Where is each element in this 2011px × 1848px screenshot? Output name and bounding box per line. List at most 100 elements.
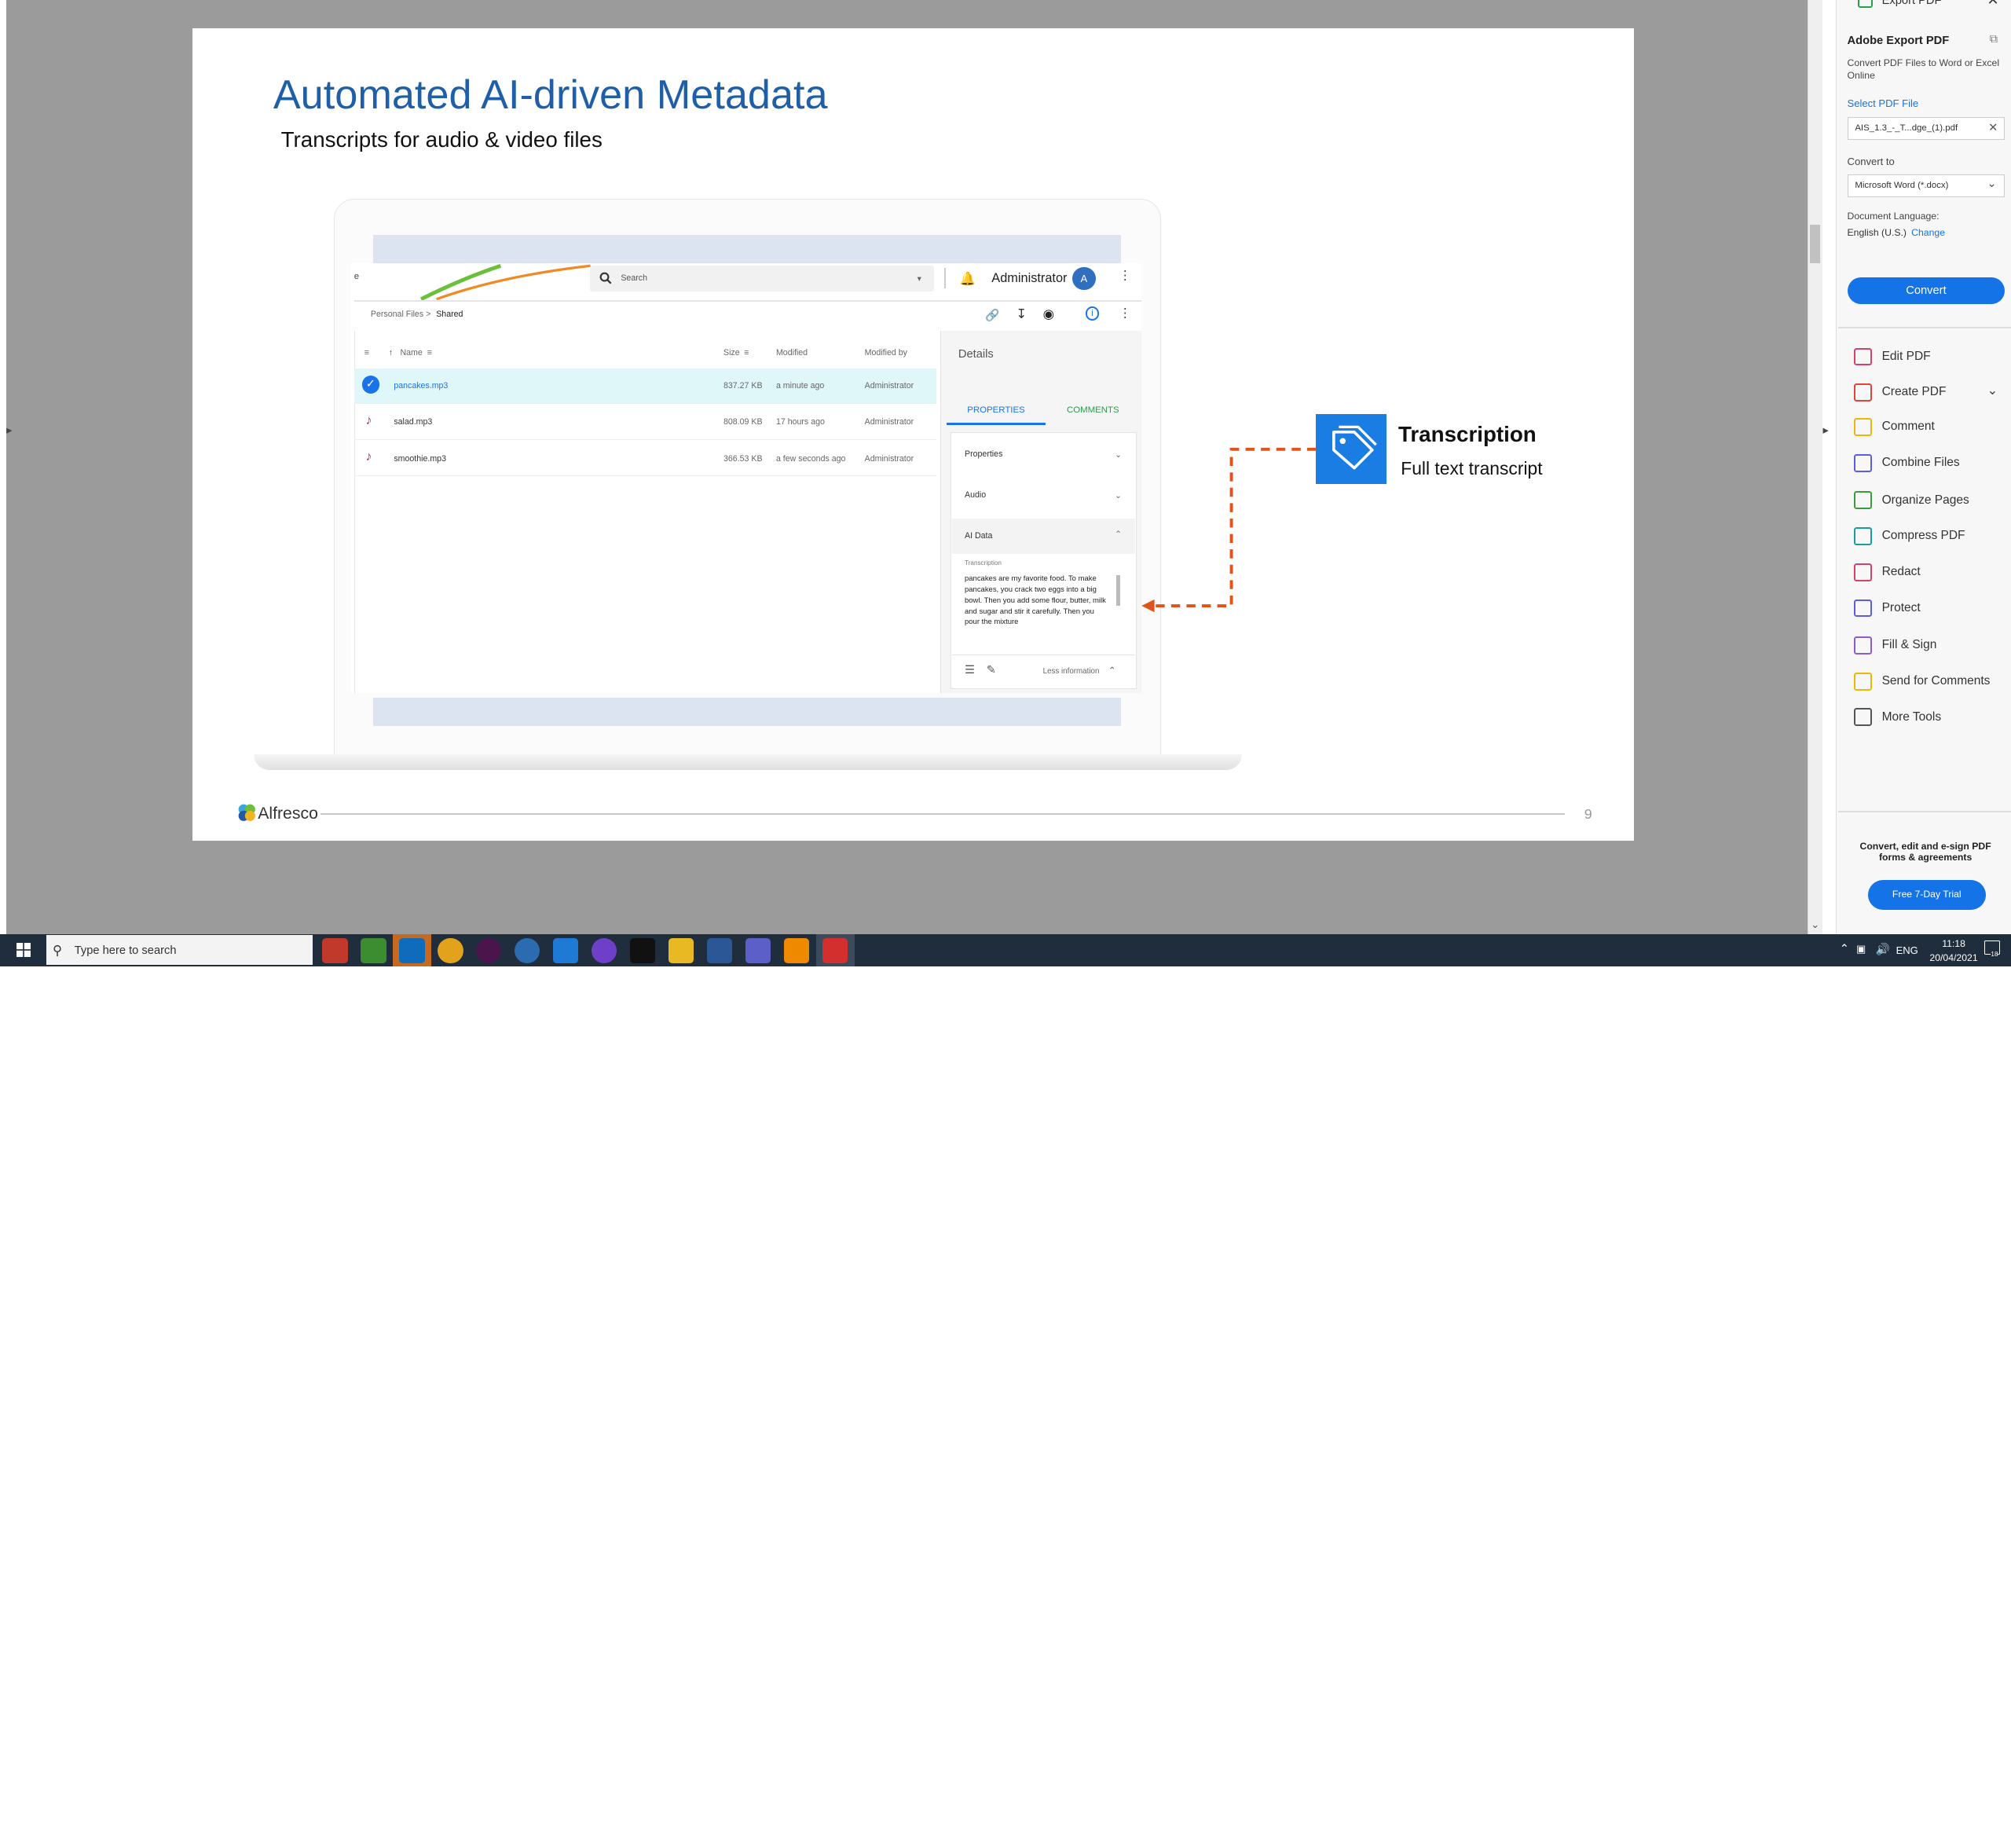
notification-count: 18 bbox=[1991, 951, 1998, 959]
column-modified[interactable]: Modified bbox=[776, 348, 808, 358]
copy-icon[interactable]: ⧉ bbox=[1990, 33, 1998, 46]
tool-create-pdf[interactable]: Create PDF bbox=[1853, 380, 2008, 405]
clock-time[interactable]: 11:18 bbox=[1925, 938, 1984, 949]
divider bbox=[951, 654, 1136, 656]
language-indicator[interactable]: ENG bbox=[1896, 944, 1918, 956]
file-modified-by: Administrator bbox=[864, 454, 914, 464]
terminal-app-icon[interactable] bbox=[629, 937, 656, 964]
chevron-up-icon[interactable]: ⌃ bbox=[1115, 529, 1122, 539]
view-icon[interactable]: ◉ bbox=[1043, 306, 1054, 322]
chrome-app-icon[interactable] bbox=[437, 937, 463, 964]
section-properties[interactable]: Properties bbox=[965, 449, 1002, 459]
free-trial-button[interactable]: Free 7-Day Trial bbox=[1867, 880, 1986, 910]
tab-comments[interactable]: COMMENTS bbox=[1046, 397, 1141, 425]
tool-label: Comment bbox=[1881, 420, 1935, 434]
chevron-down-icon[interactable]: ⌄ bbox=[1115, 490, 1122, 500]
tool-label: Protect bbox=[1881, 600, 1921, 614]
section-audio[interactable]: Audio bbox=[965, 490, 986, 500]
vlc-app-icon[interactable] bbox=[783, 937, 810, 964]
list-icon[interactable]: ☰ bbox=[965, 663, 975, 676]
vscode-app-icon[interactable] bbox=[552, 937, 579, 964]
search-dropdown-icon[interactable]: ▾ bbox=[918, 273, 921, 284]
select-pdf-file-label[interactable]: Select PDF File bbox=[1848, 97, 1919, 109]
more-actions-icon[interactable]: ⋮ bbox=[1119, 306, 1131, 321]
file-explorer-app-icon[interactable] bbox=[668, 937, 694, 964]
vertical-scrollbar[interactable] bbox=[1807, 0, 1823, 934]
file-name[interactable]: smoothie.mp3 bbox=[394, 454, 446, 464]
column-size[interactable]: Size bbox=[723, 348, 740, 358]
transcription-text[interactable]: pancakes are my favorite food. To make p… bbox=[965, 574, 1111, 628]
tool-more-tools[interactable]: More Tools bbox=[1853, 705, 2008, 731]
protect-icon bbox=[1853, 599, 1872, 618]
acrobat-reader-app-icon[interactable] bbox=[822, 937, 848, 964]
scroll-down-icon[interactable]: ⌄ bbox=[1808, 918, 1823, 934]
tool-protect[interactable]: Protect bbox=[1853, 596, 2008, 622]
notepad-app-icon[interactable] bbox=[360, 937, 386, 964]
tool-label: Send for Comments bbox=[1881, 673, 1991, 688]
clear-file-icon[interactable]: ✕ bbox=[1988, 121, 1998, 134]
chevron-up-icon[interactable]: ⌃ bbox=[1108, 665, 1116, 676]
more-tools-icon bbox=[1853, 708, 1872, 727]
avatar[interactable]: A bbox=[1072, 266, 1096, 291]
selected-file-name: AIS_1.3_-_T...dge_(1).pdf bbox=[1855, 123, 1958, 133]
word-app-icon[interactable] bbox=[706, 937, 733, 964]
chevron-down-icon[interactable]: ⌄ bbox=[1987, 177, 1997, 190]
file-name[interactable]: pancakes.mp3 bbox=[394, 381, 448, 390]
tab-properties[interactable]: PROPERTIES bbox=[947, 397, 1046, 425]
tool-combine-files[interactable]: Combine Files bbox=[1853, 450, 2008, 476]
organize-pages-icon bbox=[1853, 491, 1872, 510]
outlook-app-icon[interactable] bbox=[398, 937, 425, 964]
tool-send-for-comments[interactable]: Send for Comments bbox=[1853, 669, 2008, 695]
file-name[interactable]: salad.mp3 bbox=[394, 417, 432, 427]
link-icon[interactable]: 🔗 bbox=[985, 308, 999, 322]
column-name[interactable]: Name bbox=[400, 348, 422, 358]
acrobat-app-icon[interactable] bbox=[321, 937, 348, 964]
edit-pencil-icon[interactable]: ✎ bbox=[987, 663, 996, 676]
app-user-name[interactable]: Administrator bbox=[991, 271, 1067, 286]
tool-organize-pages[interactable]: Organize Pages bbox=[1853, 488, 2008, 514]
transcription-scrollbar[interactable] bbox=[1115, 574, 1120, 606]
compress-pdf-icon bbox=[1853, 527, 1872, 545]
callout-subtitle: Full text transcript bbox=[1401, 457, 1543, 478]
download-icon[interactable]: ↧ bbox=[1016, 306, 1027, 322]
close-icon[interactable]: ✕ bbox=[1987, 0, 1999, 9]
divider bbox=[943, 268, 946, 289]
left-panel-toggle[interactable]: ▸ bbox=[6, 424, 19, 444]
windows-start-icon[interactable] bbox=[16, 943, 31, 958]
export-pdf-top-label[interactable]: Export PDF bbox=[1882, 0, 1942, 7]
sort-asc-icon[interactable]: ↑ bbox=[389, 348, 393, 358]
convert-button[interactable]: Convert bbox=[1847, 277, 2006, 304]
chevron-up-icon[interactable]: ⌃ bbox=[1840, 942, 1849, 955]
document-language-value: English (U.S.) bbox=[1847, 227, 1907, 239]
comment-icon bbox=[1853, 418, 1872, 437]
right-panel-toggle[interactable]: ▸ bbox=[1822, 424, 1835, 444]
network-icon[interactable]: ▣ bbox=[1856, 943, 1866, 955]
volume-icon[interactable]: 🔊 bbox=[1875, 942, 1889, 956]
filter-icon[interactable]: ≡ bbox=[427, 348, 432, 358]
export-pdf-description: Convert PDF Files to Word or Excel Onlin… bbox=[1847, 57, 2000, 82]
column-modified-by[interactable]: Modified by bbox=[865, 348, 907, 358]
bell-icon[interactable]: 🔔 bbox=[959, 271, 975, 287]
breadcrumb-root[interactable]: Personal Files bbox=[371, 310, 423, 319]
section-ai-data[interactable]: AI Data bbox=[965, 531, 992, 541]
alfresco-logo-icon bbox=[238, 804, 255, 822]
brand-swoosh bbox=[419, 263, 591, 301]
clock-date[interactable]: 20/04/2021 bbox=[1921, 952, 1986, 963]
tool-compress-pdf[interactable]: Compress PDF bbox=[1853, 523, 2008, 549]
less-information-link[interactable]: Less information bbox=[1043, 667, 1100, 676]
tool-comment[interactable]: Comment bbox=[1853, 414, 2008, 440]
tool-redact[interactable]: Redact bbox=[1853, 559, 2008, 585]
filter-icon[interactable]: ≡ bbox=[364, 348, 369, 358]
change-language-link[interactable]: Change bbox=[1911, 227, 1945, 238]
chevron-down-icon[interactable]: ⌄ bbox=[1115, 449, 1122, 460]
filter-icon[interactable]: ≡ bbox=[744, 348, 749, 358]
scrollbar-thumb[interactable] bbox=[1810, 224, 1821, 263]
tool-edit-pdf[interactable]: Edit PDF bbox=[1853, 344, 2008, 370]
teams-app-icon[interactable] bbox=[745, 937, 771, 964]
chevron-down-icon[interactable]: ⌄ bbox=[1987, 383, 1998, 398]
redact-icon bbox=[1853, 563, 1872, 581]
app-brand-fragment: e bbox=[353, 272, 360, 282]
tool-fill-sign[interactable]: Fill & Sign bbox=[1853, 632, 2008, 658]
app-menu-icon[interactable]: ⋮ bbox=[1119, 268, 1131, 284]
table-row[interactable] bbox=[353, 404, 937, 441]
